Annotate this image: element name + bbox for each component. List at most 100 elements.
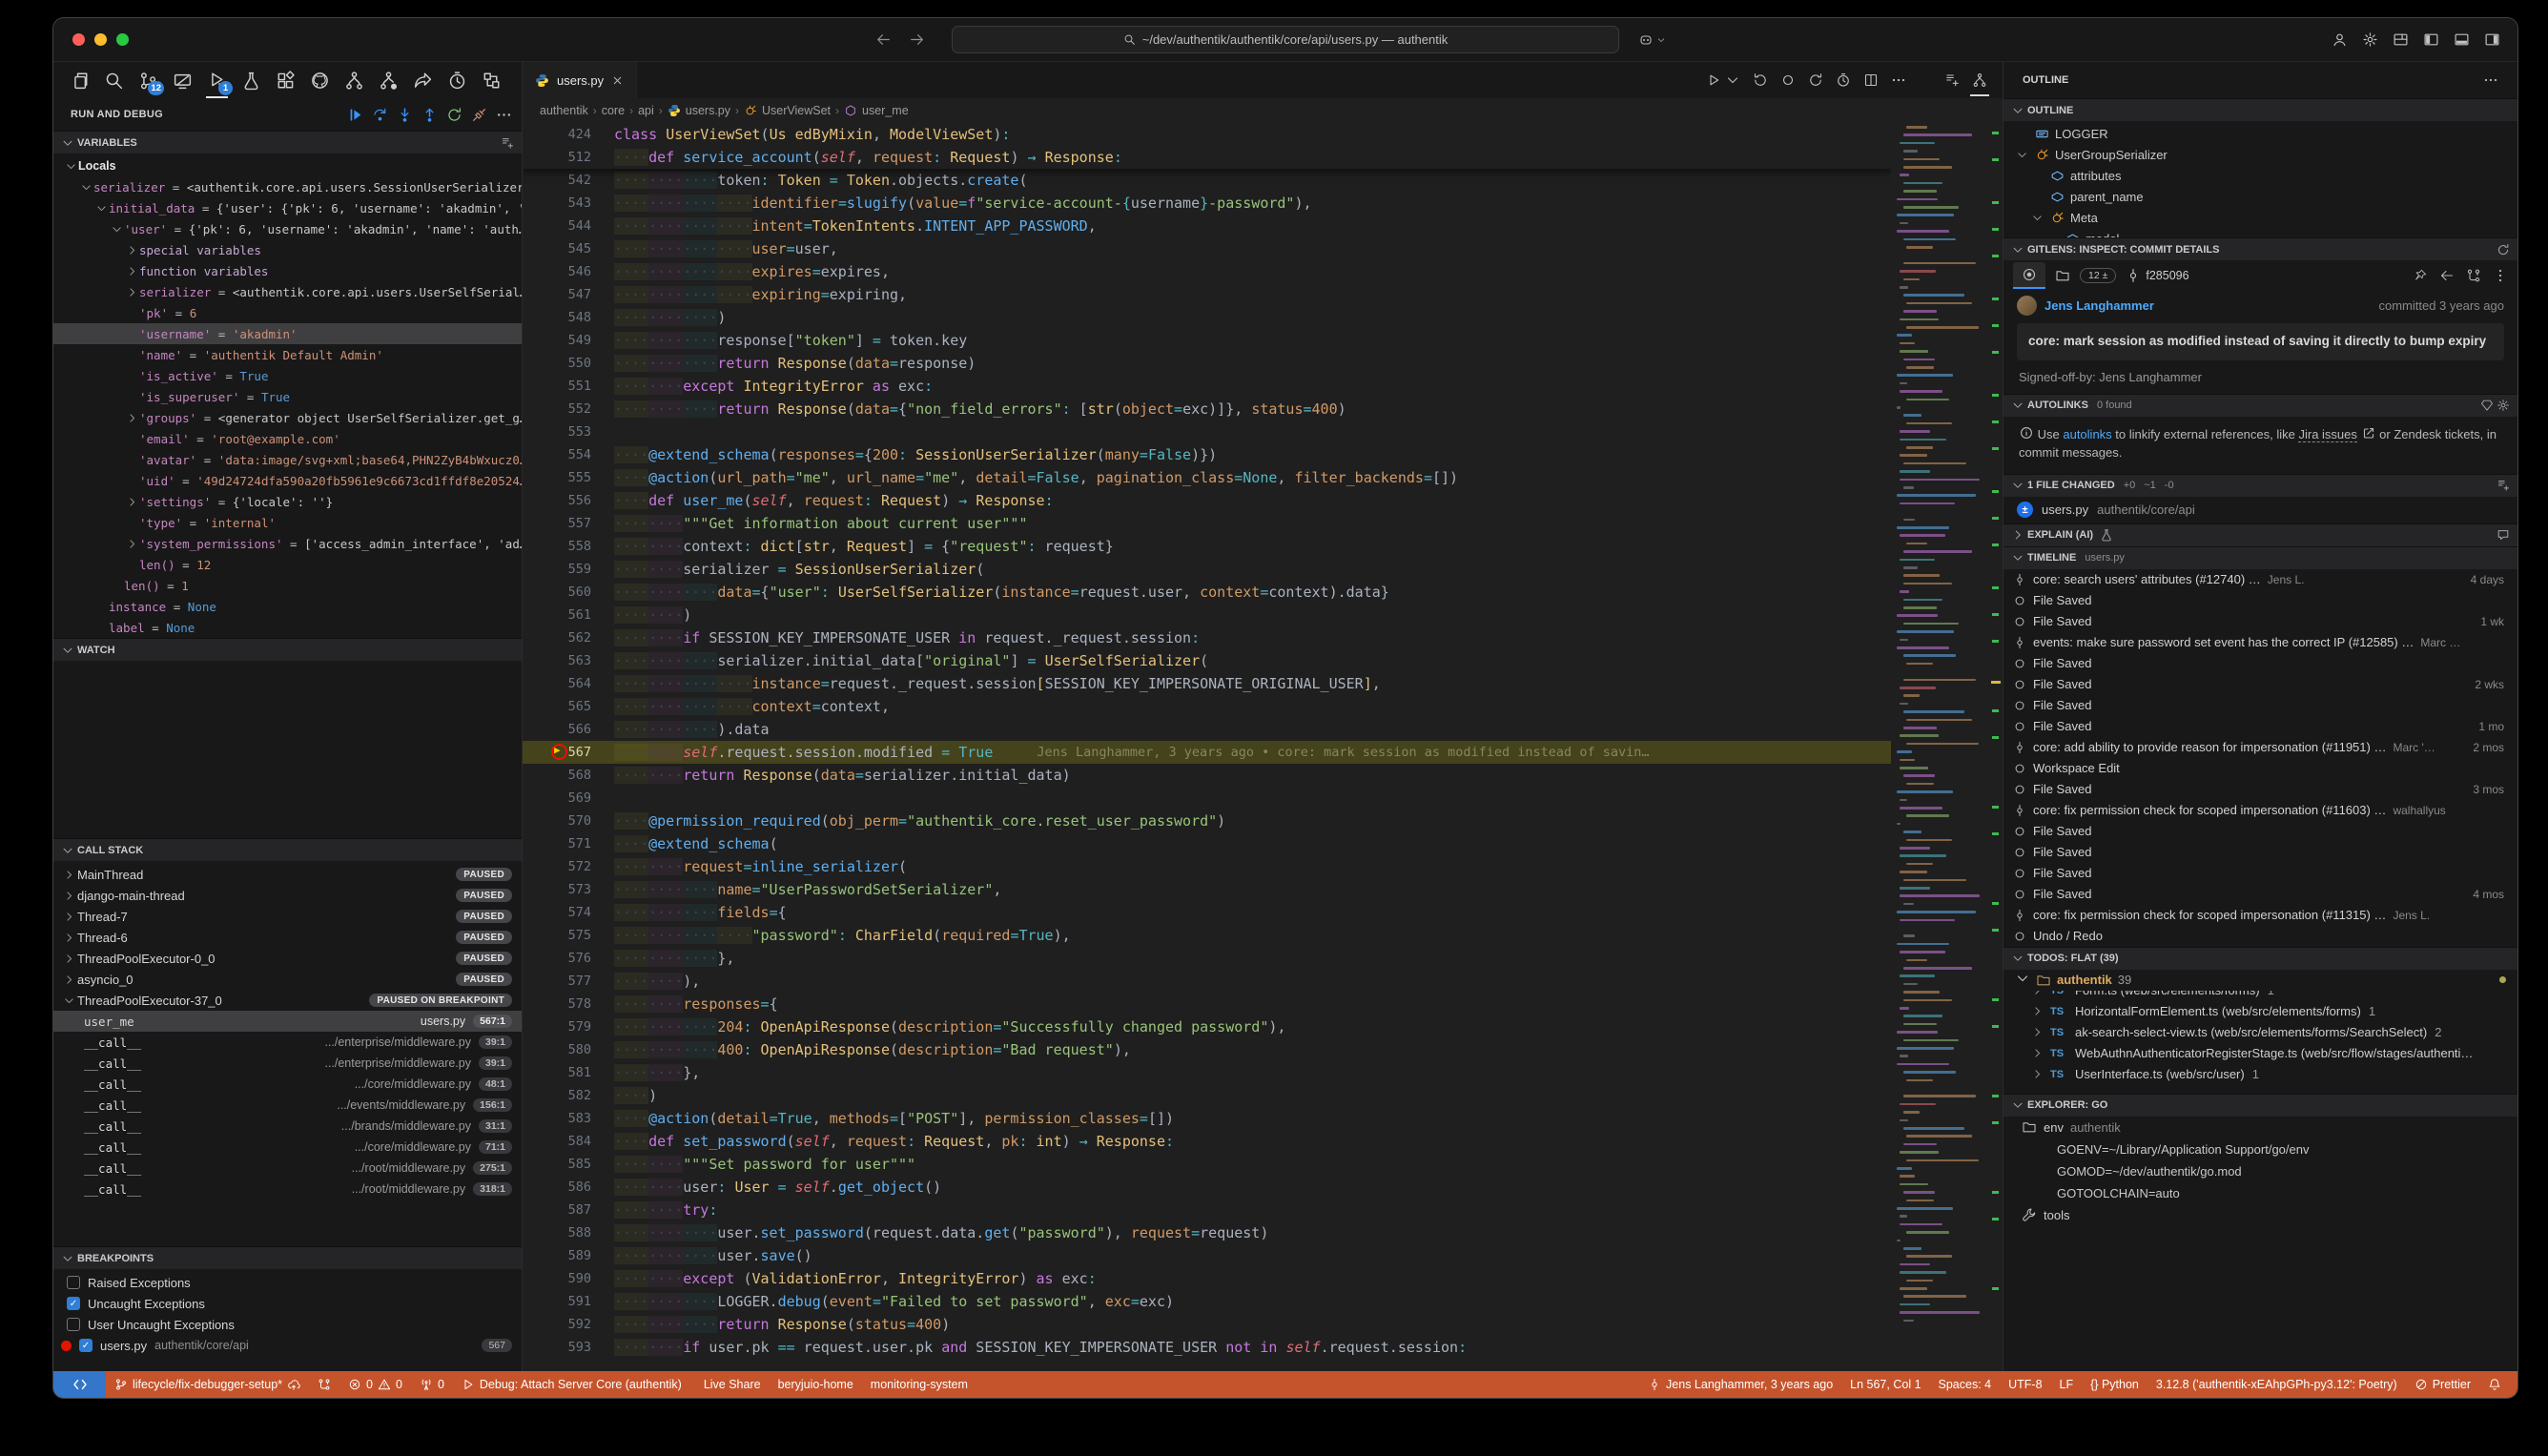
line-number[interactable]: 591 bbox=[523, 1294, 614, 1309]
timeline-item[interactable]: File Saved bbox=[2003, 695, 2517, 716]
line-number[interactable]: 582 bbox=[523, 1088, 614, 1103]
line-number[interactable]: 574 bbox=[523, 905, 614, 920]
code-line[interactable]: 577········), bbox=[523, 970, 1891, 993]
more-actions-icon[interactable] bbox=[2483, 72, 2498, 88]
line-number[interactable]: 544 bbox=[523, 218, 614, 234]
collapse-all-icon[interactable] bbox=[501, 136, 514, 150]
navigate-forward-icon[interactable] bbox=[909, 31, 925, 48]
callstack-thread[interactable]: django-main-threadPAUSED bbox=[53, 885, 522, 906]
gitlens-search-tab[interactable] bbox=[2013, 262, 2045, 289]
line-number[interactable]: 580 bbox=[523, 1042, 614, 1057]
more-actions-icon[interactable] bbox=[1891, 72, 1906, 88]
line-number[interactable]: 564 bbox=[523, 676, 614, 691]
breadcrumb-item[interactable]: core bbox=[602, 104, 625, 117]
line-number[interactable]: 562 bbox=[523, 630, 614, 646]
commit-graph-icon[interactable] bbox=[1972, 72, 1987, 88]
statusbar-encoding[interactable]: UTF-8 bbox=[2000, 1371, 2050, 1398]
statusbar-ports[interactable]: 0 bbox=[411, 1371, 453, 1398]
variable-row[interactable]: 'is_superuser' = True bbox=[53, 386, 522, 407]
variable-row[interactable]: instance = None bbox=[53, 596, 522, 617]
line-number[interactable]: 546 bbox=[523, 264, 614, 279]
code-line[interactable]: 512····def service_account(self, request… bbox=[523, 146, 1891, 169]
refresh-icon[interactable] bbox=[2497, 243, 2510, 256]
variable-row[interactable]: 'uid' = '49d24724dfa590a20fb5961e9c6673c… bbox=[53, 470, 522, 491]
line-number[interactable]: 563 bbox=[523, 653, 614, 668]
line-number[interactable]: 581 bbox=[523, 1065, 614, 1080]
code-line[interactable]: 562········if SESSION_KEY_IMPERSONATE_US… bbox=[523, 626, 1891, 649]
settings-gear-icon[interactable] bbox=[2362, 31, 2378, 48]
line-number[interactable]: 583 bbox=[523, 1111, 614, 1126]
callstack-thread[interactable]: ThreadPoolExecutor-37_0PAUSED ON BREAKPO… bbox=[53, 990, 522, 1011]
code-line[interactable]: 573············name="UserPasswordSetSeri… bbox=[523, 878, 1891, 901]
code-line[interactable]: 558········context: dict[str, Request] =… bbox=[523, 535, 1891, 558]
timeline-item[interactable]: core: add ability to provide reason for … bbox=[2003, 737, 2517, 758]
variable-row[interactable]: len() = 12 bbox=[53, 554, 522, 575]
line-number[interactable]: 579 bbox=[523, 1019, 614, 1035]
code-line[interactable]: 576············}, bbox=[523, 947, 1891, 970]
timeline-item[interactable]: File Saved3 mos bbox=[2003, 779, 2517, 800]
commit-author-link[interactable]: Jens Langhammer bbox=[2045, 298, 2154, 313]
step-forward-icon[interactable] bbox=[1808, 72, 1823, 88]
activity-files[interactable] bbox=[65, 64, 94, 96]
code-line[interactable]: ▶567········self.request.session.modifie… bbox=[523, 741, 1891, 764]
code-line[interactable]: 556····def user_me(self, request: Reques… bbox=[523, 489, 1891, 512]
line-number[interactable]: 566 bbox=[523, 722, 614, 737]
debug-restart-icon[interactable] bbox=[446, 107, 462, 123]
line-number[interactable]: 559 bbox=[523, 562, 614, 577]
line-number[interactable]: 558 bbox=[523, 539, 614, 554]
code-line[interactable]: 588············user.set_password(request… bbox=[523, 1221, 1891, 1244]
line-number[interactable]: 542 bbox=[523, 173, 614, 188]
outline-item[interactable]: Meta bbox=[2003, 207, 2517, 228]
code-line[interactable]: 559········serializer = SessionUserSeria… bbox=[523, 558, 1891, 581]
breakpoint-row[interactable]: ✓Uncaught Exceptions bbox=[53, 1293, 522, 1314]
explain-ai-section-header[interactable]: EXPLAIN (AI) bbox=[2003, 523, 2517, 546]
code-line[interactable]: 574············fields={ bbox=[523, 901, 1891, 924]
activity-timer[interactable] bbox=[442, 64, 472, 96]
callstack-thread[interactable]: MainThreadPAUSED bbox=[53, 864, 522, 885]
toggle-panel-icon[interactable] bbox=[2454, 31, 2470, 48]
callstack-thread[interactable]: asyncio_0PAUSED bbox=[53, 969, 522, 990]
statusbar-live-share[interactable]: Live Share bbox=[690, 1371, 770, 1398]
line-number[interactable]: 569 bbox=[523, 790, 614, 806]
remote-indicator[interactable] bbox=[53, 1371, 106, 1398]
code-line[interactable]: 581········}, bbox=[523, 1061, 1891, 1084]
activity-gitlens-inspect[interactable] bbox=[374, 64, 403, 96]
debug-more-icon[interactable] bbox=[496, 107, 512, 123]
line-number[interactable]: 553 bbox=[523, 424, 614, 440]
code-line[interactable]: 570····@permission_required(obj_perm="au… bbox=[523, 810, 1891, 832]
activity-search[interactable] bbox=[99, 64, 129, 96]
timeline-item[interactable]: Undo / Redo bbox=[2003, 926, 2517, 947]
code-line[interactable]: 563············serializer.initial_data["… bbox=[523, 649, 1891, 672]
code-line[interactable]: 571····@extend_schema( bbox=[523, 832, 1891, 855]
call-stack-section-header[interactable]: CALL STACK bbox=[53, 838, 522, 861]
code-line[interactable]: 547················expiring=expiring, bbox=[523, 283, 1891, 306]
profile-icon[interactable] bbox=[1836, 72, 1851, 88]
explorer-go-section-header[interactable]: EXPLORER: GO bbox=[2003, 1094, 2517, 1117]
line-number[interactable]: 543 bbox=[523, 195, 614, 211]
customize-layout-icon[interactable] bbox=[2393, 31, 2409, 48]
variables-scope-row[interactable]: Locals bbox=[53, 155, 522, 176]
step-back-icon[interactable] bbox=[1753, 72, 1768, 88]
line-number[interactable]: 578 bbox=[523, 996, 614, 1012]
code-line[interactable]: 560············data={"user": UserSelfSer… bbox=[523, 581, 1891, 604]
ai-explain-icon[interactable] bbox=[2497, 528, 2510, 542]
line-number[interactable]: 592 bbox=[523, 1317, 614, 1332]
callstack-frame[interactable]: __call__.../brands/middleware.py31:1 bbox=[53, 1116, 522, 1137]
activity-remote-window[interactable] bbox=[168, 64, 197, 96]
outline-item[interactable]: attributes bbox=[2003, 165, 2517, 186]
line-number[interactable]: 572 bbox=[523, 859, 614, 874]
callstack-frame[interactable]: __call__.../core/middleware.py48:1 bbox=[53, 1074, 522, 1095]
autolinks-link[interactable]: autolinks bbox=[2063, 427, 2111, 441]
variable-row[interactable]: 'avatar' = 'data:image/svg+xml;base64,PH… bbox=[53, 449, 522, 470]
line-number[interactable]: 590 bbox=[523, 1271, 614, 1286]
close-window-button[interactable] bbox=[72, 33, 85, 46]
outline-item[interactable]: UserGroupSerializer bbox=[2003, 144, 2517, 165]
timeline-item[interactable]: core: search users' attributes (#12740) … bbox=[2003, 569, 2517, 590]
line-number[interactable]: 589 bbox=[523, 1248, 614, 1263]
outline-item[interactable]: model bbox=[2003, 228, 2517, 237]
debug-step-over-icon[interactable] bbox=[372, 107, 388, 123]
line-number[interactable]: 593 bbox=[523, 1340, 614, 1355]
line-number[interactable]: 549 bbox=[523, 333, 614, 348]
activity-project-manager[interactable] bbox=[477, 64, 506, 96]
code-line[interactable]: 593········if user.pk == request.user.pk… bbox=[523, 1336, 1891, 1359]
